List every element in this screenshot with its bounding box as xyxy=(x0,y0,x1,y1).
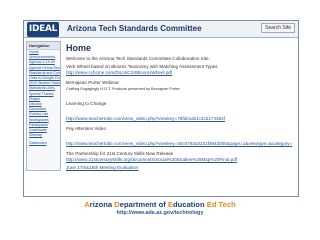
pay-attention-link[interactable]: http://www.teachertube.com/view_video.ph… xyxy=(66,141,294,147)
meeting-evaluation-link[interactable]: June 17th&18th Meeting Evaluation xyxy=(66,165,294,171)
ideal-logo[interactable]: IDEAL xyxy=(27,22,59,37)
sidebar-item-dashboard[interactable]: Dashboard xyxy=(27,141,60,145)
site-frame: IDEAL Arizona Tech Standards Committee S… xyxy=(23,20,299,197)
page-title: Home xyxy=(66,43,92,53)
sidebar-nav: Navigation Home Announcements Agenda 3-1… xyxy=(26,41,61,171)
search-site-button[interactable]: Search Site xyxy=(261,23,295,33)
footer-title: Arizona Department of Education Ed Tech xyxy=(84,200,236,209)
main-content: Home Welcome to the Arizona Tech Standar… xyxy=(66,41,294,195)
footer-url[interactable]: http://www.ade.az.gov/technology xyxy=(0,210,320,216)
site-title: Arizona Tech Standards Committee xyxy=(67,24,202,33)
nav-heading: Navigation xyxy=(27,42,60,50)
sidebar-item-sitemap[interactable]: Sitemap xyxy=(27,133,60,138)
site-header: IDEAL Arizona Tech Standards Committee S… xyxy=(24,21,298,38)
